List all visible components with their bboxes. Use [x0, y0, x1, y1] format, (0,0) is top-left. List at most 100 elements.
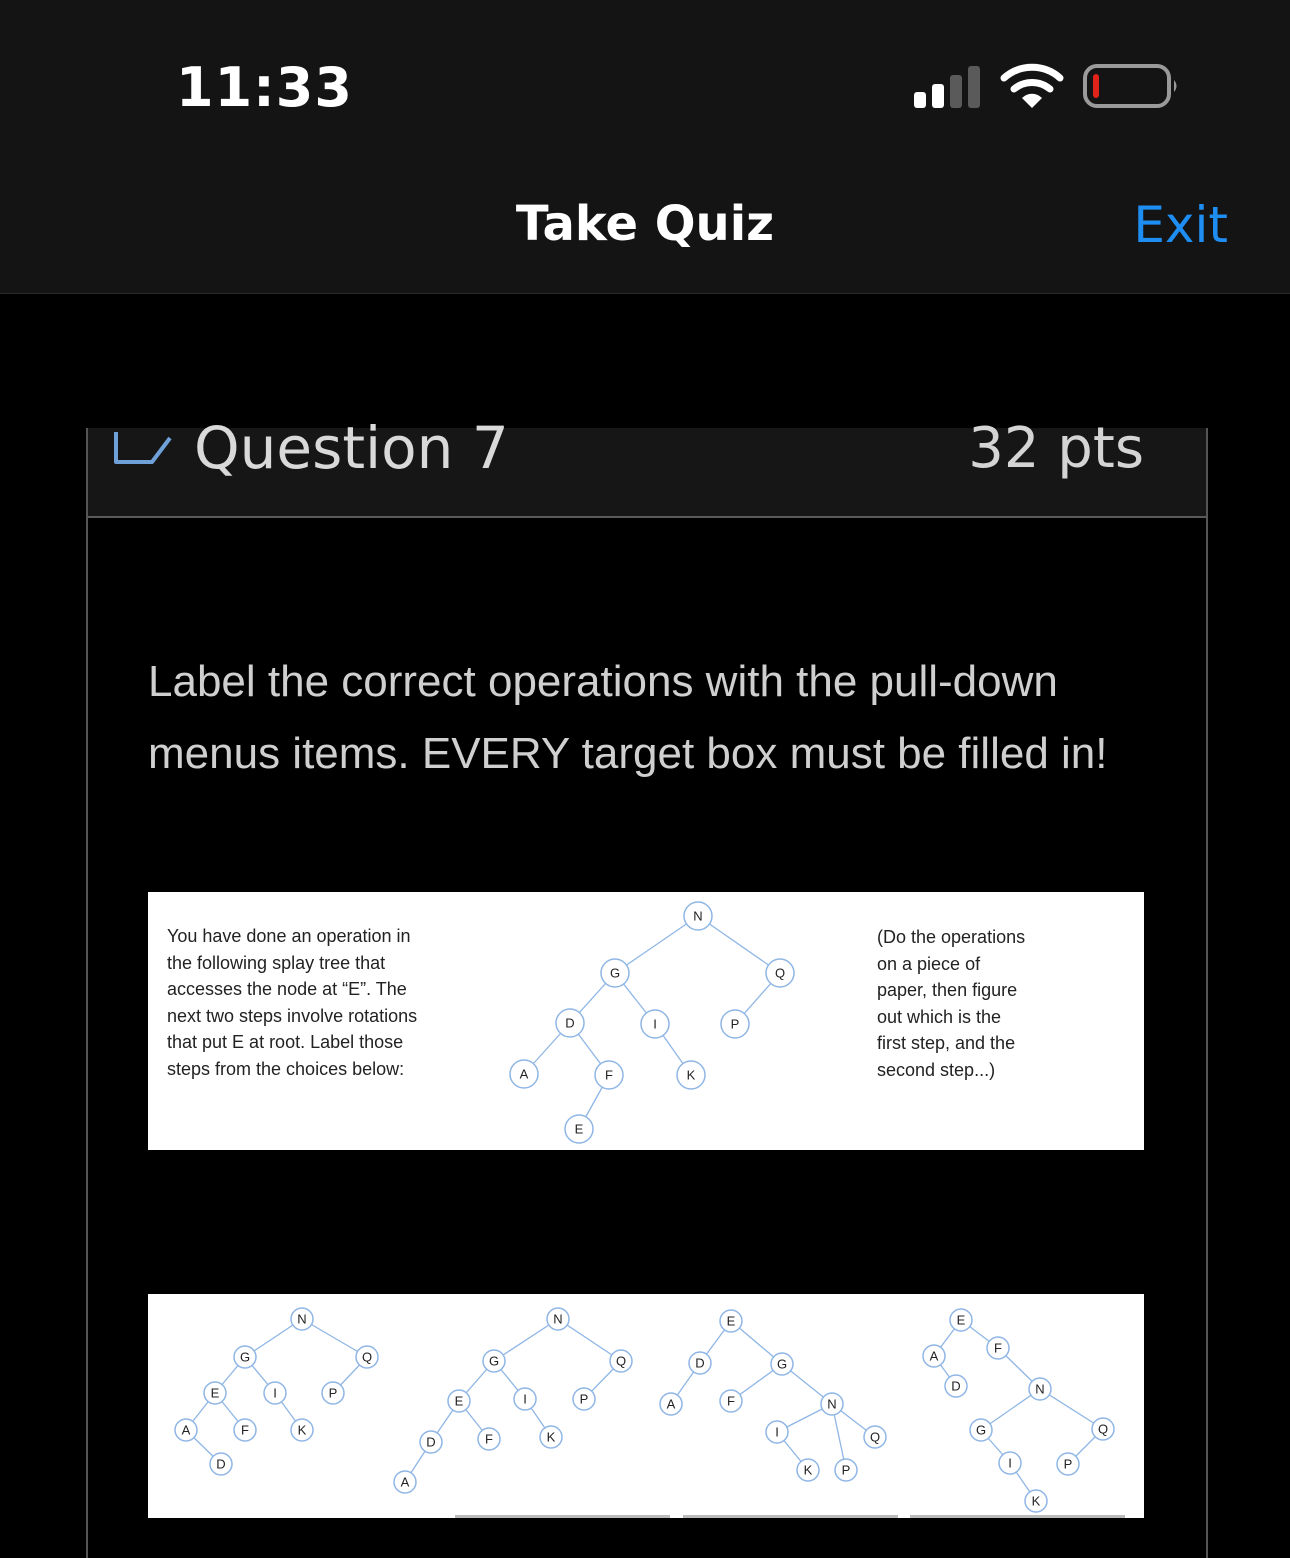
tree-node: E [564, 1114, 594, 1144]
tree-node: D [944, 1374, 968, 1398]
svg-text:K: K [298, 1423, 307, 1438]
choice-tree-4: E A F D N G Q I P K [922, 1308, 1115, 1513]
tree-node: A [509, 1059, 539, 1089]
tree-node: K [290, 1418, 314, 1442]
svg-text:A: A [401, 1475, 410, 1490]
svg-text:E: E [957, 1313, 966, 1328]
figure-note-text: (Do the operations on a piece of paper, … [877, 927, 1026, 1080]
tree-node: F [594, 1060, 624, 1090]
svg-text:K: K [1032, 1494, 1041, 1509]
svg-text:N: N [1035, 1382, 1044, 1397]
svg-text:N: N [693, 909, 702, 924]
tree-node: G [482, 1349, 506, 1373]
tree-node: G [770, 1352, 794, 1376]
page-title: Take Quiz [515, 196, 775, 252]
tree-node: K [539, 1425, 563, 1449]
status-time: 11:33 [176, 56, 353, 119]
tree-node: Q [765, 958, 795, 988]
svg-text:D: D [695, 1356, 704, 1371]
exit-button[interactable]: Exit [1133, 196, 1228, 254]
svg-text:K: K [687, 1068, 696, 1083]
choice-tree-2: N G Q E I P D F K A [393, 1307, 633, 1494]
tree-node: N [290, 1307, 314, 1331]
tree-node: I [998, 1451, 1022, 1475]
svg-text:G: G [777, 1357, 787, 1372]
svg-text:D: D [951, 1379, 960, 1394]
tree-node: D [209, 1452, 233, 1476]
choice-tree-3: E D G A F N I Q K P [659, 1309, 887, 1482]
svg-text:I: I [273, 1386, 277, 1401]
tree-node: I [513, 1387, 537, 1411]
svg-text:I: I [1008, 1456, 1012, 1471]
svg-text:N: N [553, 1312, 562, 1327]
tree-node: Q [355, 1345, 379, 1369]
tree-node: E [447, 1389, 471, 1413]
svg-text:F: F [241, 1423, 249, 1438]
svg-text:I: I [523, 1392, 527, 1407]
svg-text:P: P [329, 1386, 338, 1401]
svg-text:K: K [804, 1463, 813, 1478]
tree-node: G [233, 1345, 257, 1369]
answer-target-box[interactable] [683, 1515, 898, 1518]
svg-text:D: D [426, 1435, 435, 1450]
tree-node: F [986, 1336, 1010, 1360]
choices-figure: N G Q E I P A F K D N G Q E I P D F K A … [148, 1294, 1144, 1518]
tree-node: N [1028, 1377, 1052, 1401]
tree-node: E [203, 1381, 227, 1405]
svg-text:G: G [489, 1354, 499, 1369]
tree-node: I [765, 1420, 789, 1444]
nav-bar: Take Quiz Exit [0, 160, 1290, 294]
svg-text:I: I [775, 1425, 779, 1440]
tree-node: G [969, 1418, 993, 1442]
svg-text:Q: Q [1098, 1422, 1108, 1437]
wifi-icon [1000, 63, 1064, 108]
tree-node: I [640, 1009, 670, 1039]
svg-text:Q: Q [775, 966, 785, 981]
question-body: Label the correct operations with the pu… [86, 518, 1208, 1558]
svg-text:E: E [211, 1386, 220, 1401]
battery-low-icon [1083, 64, 1177, 108]
tree-node: I [263, 1381, 287, 1405]
answer-target-box[interactable] [455, 1515, 670, 1518]
question-points: 32 pts [968, 416, 1144, 481]
svg-text:F: F [994, 1341, 1002, 1356]
tree-node: E [949, 1308, 973, 1332]
tree-node: A [174, 1418, 198, 1442]
tree-node: A [393, 1470, 417, 1494]
tree-node: G [600, 958, 630, 988]
tree-node: K [1024, 1489, 1048, 1513]
tree-node: A [922, 1344, 946, 1368]
svg-text:A: A [930, 1349, 939, 1364]
svg-text:I: I [653, 1017, 657, 1032]
svg-text:G: G [610, 966, 620, 981]
tree-node: K [796, 1458, 820, 1482]
tree-node: P [1056, 1452, 1080, 1476]
answer-target-box[interactable] [910, 1515, 1125, 1518]
question-prompt: Label the correct operations with the pu… [148, 657, 1108, 778]
svg-text:P: P [842, 1463, 851, 1478]
cellular-signal-icon [914, 66, 980, 108]
svg-text:D: D [216, 1457, 225, 1472]
tree-node: F [477, 1427, 501, 1451]
choice-tree-1: N G Q E I P A F K D [174, 1307, 379, 1476]
svg-text:F: F [605, 1068, 613, 1083]
svg-text:Q: Q [362, 1350, 372, 1365]
svg-text:Q: Q [616, 1354, 626, 1369]
svg-text:G: G [976, 1423, 986, 1438]
status-bar: 11:33 [0, 0, 1290, 160]
tree-node: P [572, 1387, 596, 1411]
tree-node: E [719, 1309, 743, 1333]
svg-text:A: A [667, 1397, 676, 1412]
svg-text:P: P [580, 1392, 589, 1407]
tree-node: F [233, 1418, 257, 1442]
svg-text:N: N [827, 1397, 836, 1412]
question-header: Question 7 32 pts [86, 414, 1208, 518]
tree-node: P [834, 1458, 858, 1482]
svg-text:P: P [1064, 1457, 1073, 1472]
svg-text:A: A [520, 1067, 529, 1082]
question-title: Question 7 [194, 414, 509, 482]
flag-outline-icon[interactable] [112, 432, 172, 466]
svg-text:E: E [727, 1314, 736, 1329]
tree-node: N [820, 1392, 844, 1416]
svg-text:N: N [297, 1312, 306, 1327]
